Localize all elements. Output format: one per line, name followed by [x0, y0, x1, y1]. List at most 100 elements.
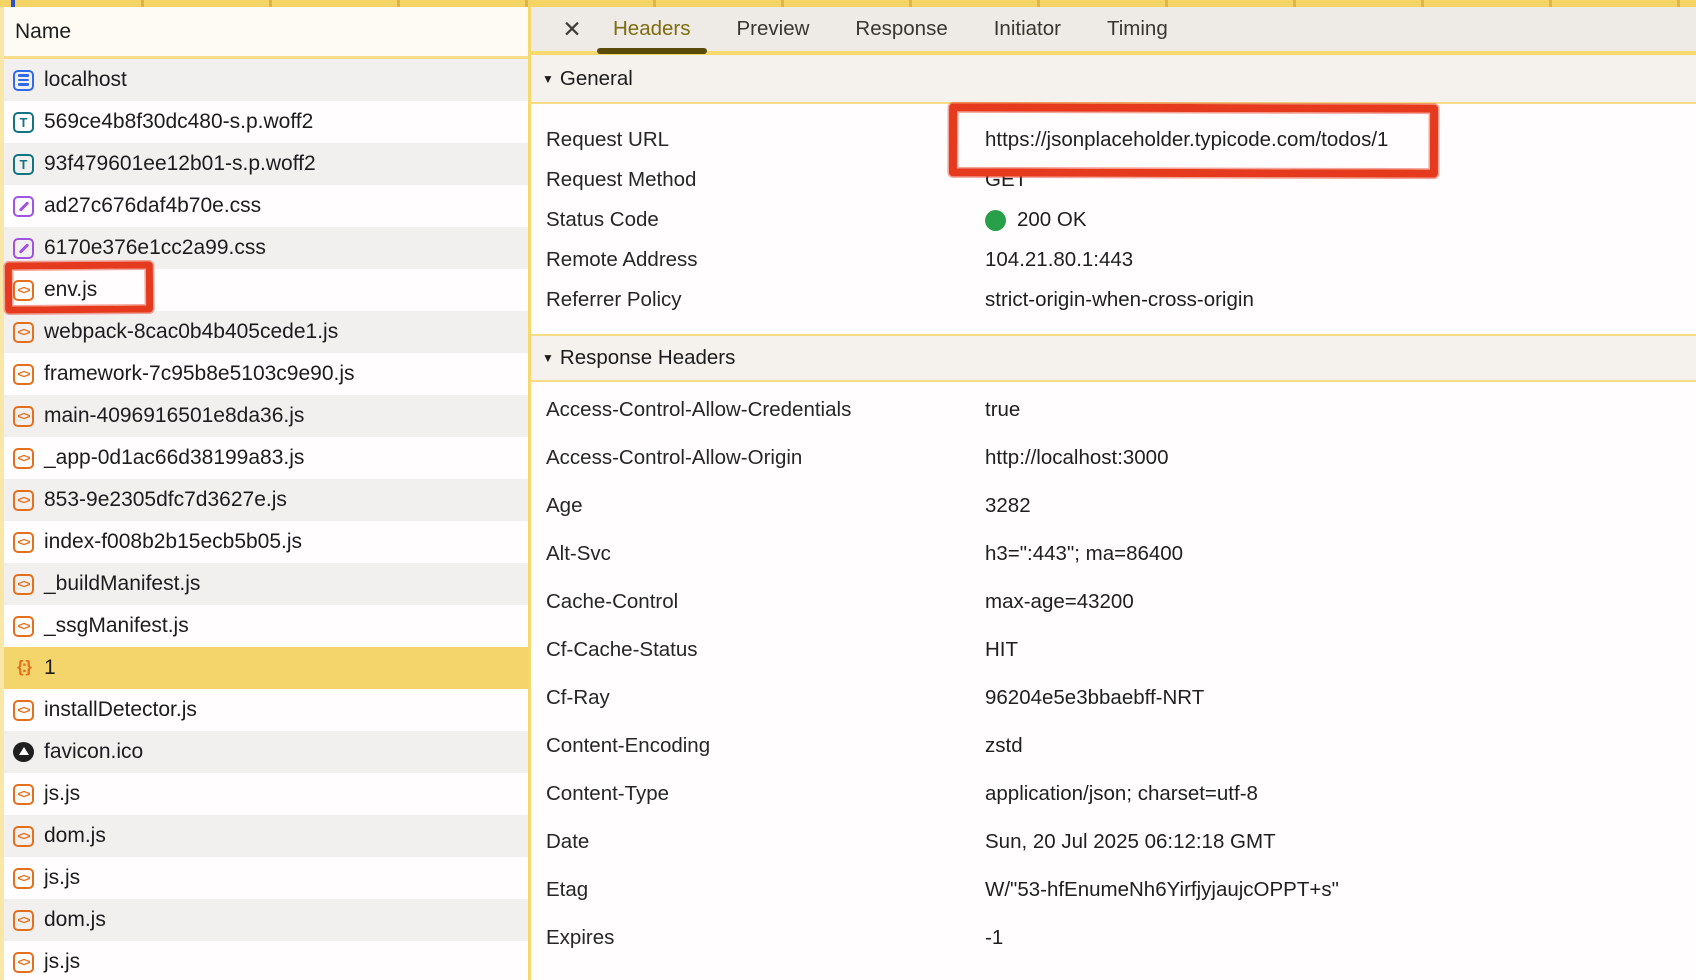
- header-label: Alt-Svc: [546, 542, 985, 566]
- headers-panel: ✕ HeadersPreviewResponseInitiatorTiming …: [531, 7, 1696, 980]
- request-row[interactable]: <>env.js: [0, 269, 528, 311]
- request-row[interactable]: {:}1: [0, 647, 528, 689]
- request-name: _app-0d1ac66d38199a83.js: [44, 446, 304, 470]
- request-row[interactable]: ad27c676daf4b70e.css: [0, 185, 528, 227]
- header-label: Age: [546, 494, 985, 518]
- document-icon: [13, 70, 34, 91]
- header-label: Date: [546, 830, 985, 854]
- script-icon: <>: [13, 322, 34, 343]
- request-list-panel: Name localhost T 569ce4b8f30dc480-s.p.woff…: [0, 7, 528, 980]
- header-row: Status Code200 OK: [531, 200, 1696, 240]
- header-row: Content-Typeapplication/json; charset=ut…: [531, 770, 1696, 818]
- detail-tabbar: ✕ Headers Preview Response Initiator Timing: [531, 7, 1696, 55]
- header-row: Content-Encodingzstd: [531, 722, 1696, 770]
- request-name: localhost: [44, 68, 127, 92]
- request-name: favicon.ico: [44, 740, 143, 764]
- request-name: js.js: [44, 950, 80, 974]
- request-row[interactable]: localhost: [0, 59, 528, 101]
- section-title: General: [560, 67, 633, 91]
- name-column-header[interactable]: Name: [0, 7, 528, 59]
- request-row[interactable]: <>js.js: [0, 941, 528, 980]
- tab-list: Headers Preview Response Initiator Timing: [613, 8, 1168, 50]
- request-row[interactable]: <>_buildManifest.js: [0, 563, 528, 605]
- header-row: Cf-Ray96204e5e3bbaebff-NRT: [531, 674, 1696, 722]
- script-icon: <>: [13, 448, 34, 469]
- request-row[interactable]: <> webpack-8cac0b4b405cede1.js: [0, 311, 528, 353]
- header-label: Etag: [546, 878, 985, 902]
- font-icon: T: [13, 154, 34, 175]
- header-value: h3=":443"; ma=86400: [985, 542, 1183, 566]
- request-name: ad27c676daf4b70e.css: [44, 194, 261, 218]
- request-name: js.js: [44, 866, 80, 890]
- response-header-rows: Access-Control-Allow-CredentialstrueAcce…: [531, 382, 1696, 962]
- header-label: Content-Type: [546, 782, 985, 806]
- toolbar-strip: [0, 0, 1696, 7]
- header-row: Access-Control-Allow-Originhttp://localh…: [531, 434, 1696, 482]
- request-row[interactable]: <> _app-0d1ac66d38199a83.js: [0, 437, 528, 479]
- request-name: webpack-8cac0b4b405cede1.js: [44, 320, 338, 344]
- header-row: Alt-Svch3=":443"; ma=86400: [531, 530, 1696, 578]
- header-value: http://localhost:3000: [985, 446, 1169, 470]
- tab-timing[interactable]: Timing: [1107, 8, 1168, 50]
- header-label: Status Code: [546, 208, 985, 232]
- tab-response[interactable]: Response: [855, 8, 947, 50]
- header-value: strict-origin-when-cross-origin: [985, 288, 1254, 312]
- request-name: dom.js: [44, 908, 106, 932]
- toolbar-tick: [1549, 0, 1552, 7]
- toolbar-tick: [653, 0, 656, 7]
- header-row: DateSun, 20 Jul 2025 06:12:18 GMT: [531, 818, 1696, 866]
- header-value: true: [985, 398, 1020, 422]
- general-rows: Request URLhttps://jsonplaceholder.typic…: [531, 104, 1696, 320]
- status-dot-icon: [985, 210, 1006, 231]
- request-name: 569ce4b8f30dc480-s.p.woff2: [44, 110, 313, 134]
- header-value: https://jsonplaceholder.typicode.com/tod…: [985, 128, 1388, 152]
- section-gap: [531, 320, 1696, 336]
- request-row[interactable]: <>853-9e2305dfc7d3627e.js: [0, 479, 528, 521]
- request-name: js.js: [44, 782, 80, 806]
- section-title: Response Headers: [560, 346, 736, 370]
- toolbar-tick: [141, 0, 144, 7]
- toolbar-blue-tick: [11, 0, 15, 7]
- request-row[interactable]: favicon.ico: [0, 731, 528, 773]
- request-list: localhost T 569ce4b8f30dc480-s.p.woff2 T 93f…: [0, 59, 528, 980]
- request-row[interactable]: <>js.js: [0, 857, 528, 899]
- panel-divider[interactable]: [528, 7, 531, 980]
- request-row[interactable]: <> js.js: [0, 773, 528, 815]
- toolbar-tick: [269, 0, 272, 7]
- request-name: env.js: [44, 278, 97, 302]
- header-row: Request MethodGET: [531, 160, 1696, 200]
- header-label: Cf-Ray: [546, 686, 985, 710]
- request-row[interactable]: <>installDetector.js: [0, 689, 528, 731]
- request-row[interactable]: <>main-4096916501e8da36.js: [0, 395, 528, 437]
- script-icon: <>: [13, 784, 34, 805]
- header-row: EtagW/"53-hfEnumeNh6YirfjyjaujcOPPT+s": [531, 866, 1696, 914]
- header-row: Age3282: [531, 482, 1696, 530]
- request-row[interactable]: <>index-f008b2b15ecb5b05.js: [0, 521, 528, 563]
- section-header-response-headers[interactable]: ▼ Response Headers: [531, 336, 1696, 382]
- request-row[interactable]: T 93f479601ee12b01-s.p.woff2: [0, 143, 528, 185]
- request-row[interactable]: T 569ce4b8f30dc480-s.p.woff2: [0, 101, 528, 143]
- request-row[interactable]: <>framework-7c95b8e5103c9e90.js: [0, 353, 528, 395]
- request-name: 93f479601ee12b01-s.p.woff2: [44, 152, 316, 176]
- header-value: -1: [985, 926, 1003, 950]
- request-row[interactable]: <>_ssgManifest.js: [0, 605, 528, 647]
- request-row[interactable]: <>dom.js: [0, 899, 528, 941]
- header-value: 200 OK: [985, 208, 1087, 232]
- toolbar-tick: [1293, 0, 1296, 7]
- request-row[interactable]: <>dom.js: [0, 815, 528, 857]
- tab-initiator[interactable]: Initiator: [994, 8, 1061, 50]
- stylesheet-icon: [13, 196, 34, 217]
- header-label: Request Method: [546, 168, 985, 192]
- header-value: zstd: [985, 734, 1023, 758]
- toolbar-tick: [781, 0, 784, 7]
- tab-headers[interactable]: Headers: [613, 8, 691, 50]
- json-icon: {:}: [13, 658, 34, 679]
- devtools-network-panel: Name localhost T 569ce4b8f30dc480-s.p.woff…: [0, 0, 1696, 980]
- active-tab-underline: [597, 48, 707, 54]
- section-header-general[interactable]: ▼ General: [531, 55, 1696, 104]
- request-row[interactable]: 6170e376e1cc2a99.css: [0, 227, 528, 269]
- toolbar-tick: [397, 0, 400, 7]
- tab-preview[interactable]: Preview: [737, 8, 810, 50]
- font-icon: T: [13, 112, 34, 133]
- close-icon[interactable]: ✕: [557, 16, 587, 43]
